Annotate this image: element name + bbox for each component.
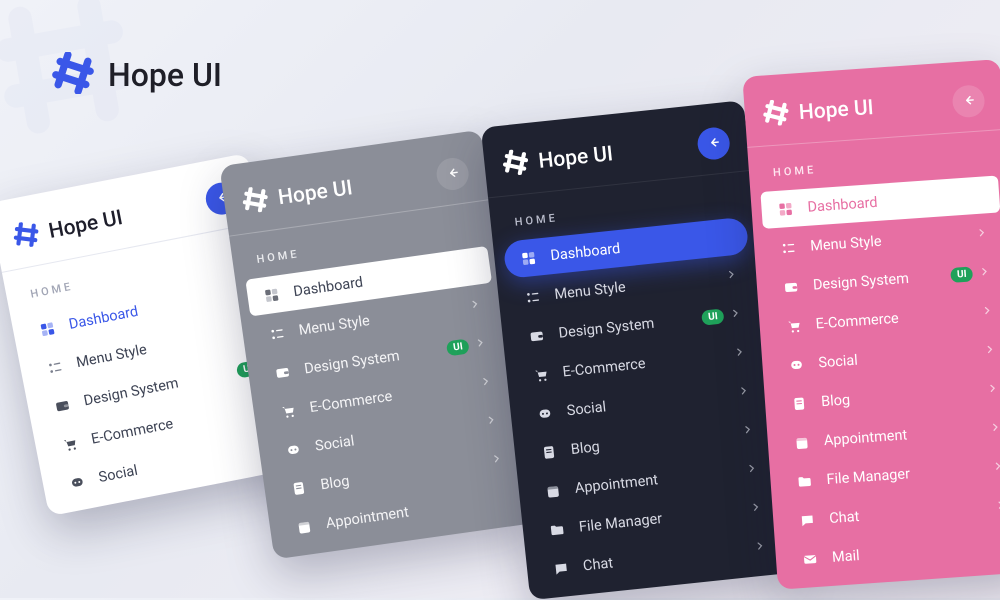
chevron-right-icon: [737, 383, 751, 401]
document-icon: [789, 395, 810, 412]
chevron-right-icon: [989, 420, 1000, 438]
chevron-right-icon: [753, 538, 767, 556]
sidebar-item-label: Dashboard: [807, 186, 986, 215]
dashboard-icon: [518, 249, 540, 267]
chevron-right-icon: [479, 374, 493, 393]
theme-showcase: Hope UI HOME Dashboard Menu Style: [0, 118, 1000, 598]
menu-icon: [266, 324, 288, 343]
wallet-icon: [781, 278, 802, 295]
dashboard-icon: [36, 319, 59, 339]
folder-icon: [546, 521, 568, 539]
collapse-button[interactable]: [951, 84, 985, 118]
chevron-right-icon: [978, 264, 991, 282]
folder-icon: [794, 472, 815, 489]
document-icon: [288, 479, 310, 498]
social-icon: [786, 356, 807, 373]
document-icon: [538, 443, 560, 461]
brand-name: Hope UI: [798, 96, 874, 125]
chevron-right-icon: [725, 267, 739, 285]
ui-badge: UI: [951, 266, 974, 282]
mail-icon: [800, 550, 821, 567]
menu-icon: [778, 239, 799, 256]
chevron-right-icon: [484, 412, 498, 431]
menu-icon: [44, 357, 67, 377]
chevron-right-icon: [994, 498, 1000, 516]
chevron-right-icon: [992, 459, 1000, 477]
collapse-button[interactable]: [696, 126, 731, 161]
collapse-button[interactable]: [435, 156, 471, 192]
menu-icon: [522, 288, 544, 306]
sidebar-item-label: Menu Style: [554, 268, 727, 303]
sidebar-item-label: E-Commerce: [562, 346, 735, 381]
chevron-right-icon: [733, 344, 747, 362]
dashboard-icon: [261, 286, 283, 305]
sidebar-item-label: Appointment: [574, 462, 747, 497]
logo-icon: [501, 148, 530, 181]
social-icon: [66, 472, 89, 492]
sidebar-item-label: Menu Style: [810, 226, 977, 255]
dashboard-icon: [775, 200, 796, 217]
cart-icon: [277, 401, 299, 420]
cart-icon: [783, 317, 804, 334]
chevron-right-icon: [490, 451, 504, 470]
sidebar-item-label: File Manager: [578, 501, 751, 536]
ui-badge: UI: [702, 308, 725, 325]
sidebar-item-label: Social: [818, 343, 985, 372]
chat-icon: [797, 511, 818, 528]
sidebar-item-label: Blog: [821, 382, 988, 411]
logo-icon: [241, 185, 271, 218]
sidebar-item-label: File Manager: [826, 460, 993, 489]
sidebar-item-label: Chat: [582, 540, 755, 575]
sidebar-item-label: Design System: [558, 310, 703, 342]
sidebar-item-label: Dashboard: [550, 228, 735, 264]
calendar-icon: [542, 482, 564, 500]
arrow-left-icon: [444, 164, 461, 185]
sidebar-item-label: Mail: [831, 537, 998, 566]
wallet-icon: [526, 327, 548, 345]
sidebar-dark: Hope UI HOME Dashboard Menu Style Design…: [481, 100, 793, 600]
social-icon: [282, 440, 304, 459]
sidebar-item-label: E-Commerce: [815, 304, 982, 333]
brand-name: Hope UI: [277, 176, 354, 210]
chevron-right-icon: [741, 422, 755, 440]
social-icon: [534, 404, 556, 422]
sidebar-item-label: Design System: [812, 267, 951, 294]
page-header: Hope UI: [52, 52, 222, 98]
chevron-right-icon: [473, 335, 487, 354]
brand-name: Hope UI: [47, 206, 125, 244]
calendar-icon: [791, 434, 812, 451]
brand-name: Hope UI: [537, 142, 614, 174]
cart-icon: [58, 434, 81, 454]
sidebar-item-label: Blog: [570, 423, 743, 458]
calendar-icon: [293, 517, 315, 536]
chevron-right-icon: [745, 461, 759, 479]
ui-badge: UI: [446, 338, 469, 356]
arrow-left-icon: [961, 91, 976, 111]
chevron-right-icon: [975, 225, 988, 243]
chevron-right-icon: [729, 306, 743, 324]
chat-icon: [550, 559, 572, 577]
chevron-right-icon: [981, 303, 994, 321]
arrow-left-icon: [706, 133, 722, 153]
chevron-right-icon: [749, 500, 763, 518]
cart-icon: [530, 365, 552, 383]
chevron-right-icon: [983, 342, 996, 360]
sidebar-item-label: Chat: [829, 498, 996, 527]
wallet-icon: [51, 396, 74, 416]
sidebar-item-label: Social: [566, 384, 739, 419]
logo-icon: [762, 99, 790, 131]
chevron-right-icon: [468, 296, 482, 315]
logo-icon: [11, 219, 42, 253]
chevron-right-icon: [986, 381, 999, 399]
sidebar-item-label: Appointment: [823, 421, 990, 450]
wallet-icon: [272, 363, 294, 382]
page-title: Hope UI: [108, 56, 222, 94]
sidebar-pink: Hope UI HOME Dashboard Menu Style Design…: [742, 59, 1000, 590]
logo-icon: [52, 52, 94, 98]
